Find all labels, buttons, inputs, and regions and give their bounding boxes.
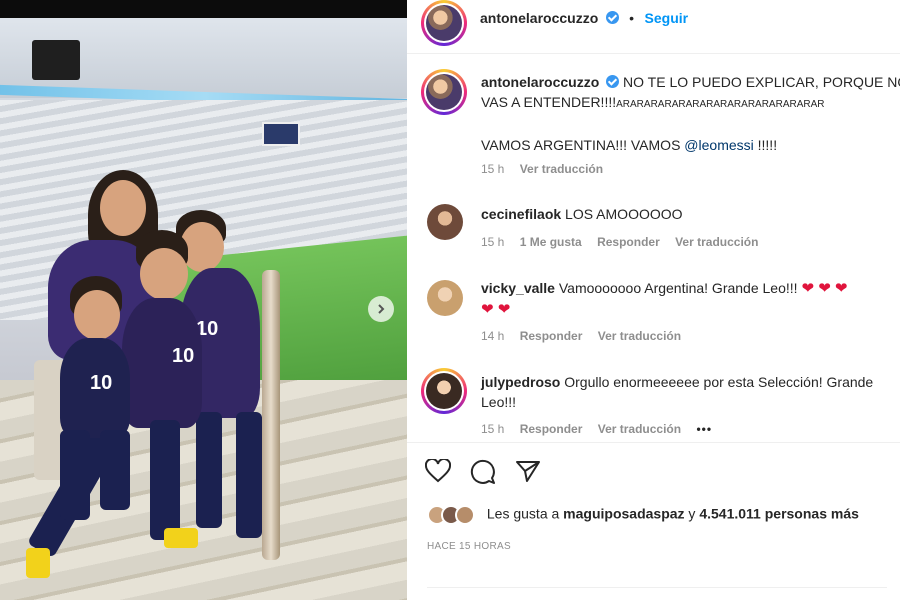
heart-emoji: ❤ ❤ ❤ [801,280,848,297]
mention-link[interactable]: @leomessi [684,137,753,153]
child-right-leg [236,412,262,538]
caption-meta: 15 h Ver traducción [481,162,615,176]
stadium-speaker [32,40,80,80]
child-left-face [74,290,120,340]
translate-link[interactable]: Ver traducción [598,422,681,436]
comment-username[interactable]: julypedroso [481,374,560,390]
heart-emoji: ❤ ❤ [481,301,511,318]
verified-badge-icon [606,75,620,88]
post-actions: Les gusta a maguiposadaspaz y 4.541.011 … [407,442,900,600]
yellow-boot [26,548,50,578]
liker-avatars[interactable] [427,505,477,525]
translate-link[interactable]: Ver traducción [675,235,758,249]
post-sidebar: antonelaroccuzzo • Seguir antonelaroccuz… [407,0,900,600]
likes-middle: y [684,505,700,522]
comment-meta: 15 h 1 Me gusta Responder Ver traducción [481,235,770,249]
child-middle-leg [150,420,180,540]
comment-text: Vamooooooo Argentina! Grande Leo!!! [558,280,798,296]
comment-icon[interactable] [470,459,496,490]
caption-time: 15 h [481,162,505,176]
more-options-icon[interactable]: ••• [696,422,712,436]
likes-count[interactable]: 4.541.011 personas más [699,506,859,522]
caption-line: NO TE LO PUEDO EXPLICAR, PORQUE NO [623,74,900,90]
woman-face [100,180,146,236]
comment-meta: 15 h Responder Ver traducción ••• [481,422,724,436]
comment-text: Orgullo enormeeeeee por esta Selección! … [564,374,874,390]
child-left-leg [60,430,90,520]
comment: cecinefilaok LOS AMOOOOOO [481,204,900,224]
comment-username[interactable]: vicky_valle [481,280,555,296]
comment-time: 15 h [481,235,505,249]
commenter-avatar[interactable] [427,280,463,316]
comment: vicky_valle Vamooooooo Argentina! Grande… [481,278,900,320]
comment-time: 15 h [481,422,505,436]
commenter-avatar[interactable] [421,368,467,414]
child-left-leg [100,430,130,510]
comment-text: Leo!!! [481,394,517,410]
comment-text: LOS AMOOOOOO [565,206,683,222]
scoreboard [262,122,300,146]
add-comment-bar[interactable] [427,587,887,600]
caption-line: !!!!! [753,137,778,153]
jersey-number: 10 [172,345,195,367]
likes-summary: Les gusta a maguiposadaspaz y 4.541.011 … [427,505,859,525]
comment: julypedroso Orgullo enormeeeeee por esta… [481,372,900,412]
comment-meta: 14 h Responder Ver traducción [481,329,693,343]
post-timestamp: HACE 15 HORAS [427,541,511,552]
yellow-boot [164,528,198,548]
translate-link[interactable]: Ver traducción [520,162,603,176]
commenter-avatar[interactable] [427,204,463,240]
caption-username[interactable]: antonelaroccuzzo [481,74,599,90]
caption-avatar[interactable] [421,69,467,115]
child-right-leg [196,412,222,528]
likes-prefix: Les gusta a [486,505,564,522]
caption-line: VAMOS ARGENTINA!!! VAMOS [481,137,685,153]
author-avatar[interactable] [421,0,467,46]
reply-link[interactable]: Responder [520,329,583,343]
liker-username[interactable]: maguiposadaspaz [563,506,684,522]
caption-line: VAS A ENTENDER!!!! [481,94,617,110]
next-arrow-icon[interactable] [368,296,394,322]
post-photo[interactable]: 10 10 10 [0,0,407,600]
reply-link[interactable]: Responder [597,235,660,249]
comments-list[interactable]: antonelaroccuzzo NO TE LO PUEDO EXPLICAR… [407,54,900,442]
jersey-number: 10 [90,372,113,394]
verified-badge-icon [605,11,619,24]
author-username[interactable]: antonelaroccuzzo [480,10,598,26]
share-icon[interactable] [515,459,541,488]
child-middle-face [140,248,188,300]
translate-link[interactable]: Ver traducción [598,329,681,343]
comment-time: 14 h [481,329,505,343]
comment-username[interactable]: cecinefilaok [481,206,561,222]
follow-button[interactable]: Seguir [645,10,689,26]
caption-line-tail: ARARARARARARARARARARARARARARAR [616,99,825,110]
separator-dot: • [629,10,635,26]
stair-railing [262,270,280,560]
post-header: antonelaroccuzzo • Seguir [407,0,900,54]
comment-likes[interactable]: 1 Me gusta [520,235,582,249]
heart-icon[interactable] [424,457,452,488]
caption-text: antonelaroccuzzo NO TE LO PUEDO EXPLICAR… [481,72,900,155]
reply-link[interactable]: Responder [520,422,583,436]
